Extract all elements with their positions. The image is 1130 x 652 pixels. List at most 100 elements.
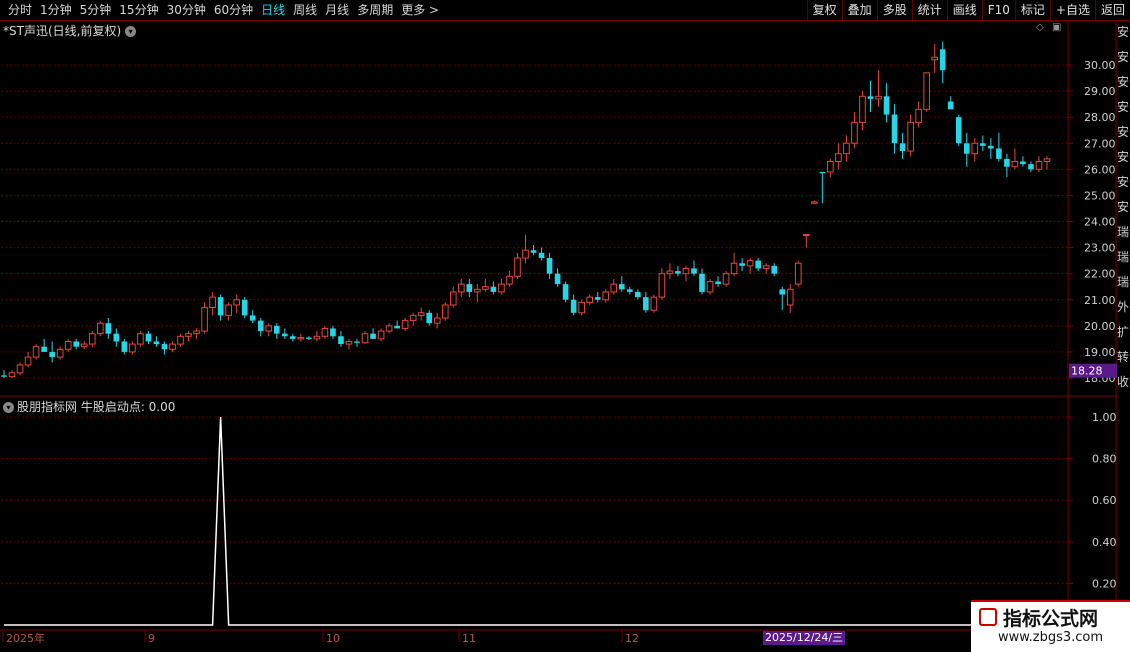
candle-body-up [193, 330, 200, 335]
candle-body-up [96, 322, 104, 335]
candle-body-down [1020, 161, 1026, 165]
candle-body-down [947, 101, 954, 110]
candle-body-down [755, 260, 761, 269]
current-price-label: 18.28 [1071, 365, 1103, 378]
time-axis-label: 11 [462, 632, 476, 645]
candle-body-down [1028, 164, 1034, 170]
candle-body-up [610, 283, 618, 293]
candle-body-up [169, 343, 176, 350]
right-strip-char[interactable]: 安 [1117, 20, 1130, 45]
candle-body-up [265, 325, 273, 332]
candle-body-down [867, 96, 874, 99]
kline-chart[interactable]: 30.00 29.00 28.00 27.00 26.00 25.00 24.00 23.00… [0, 0, 1130, 650]
candle-body-up [811, 201, 818, 204]
candle-body-down [562, 284, 569, 300]
candle-body-down [121, 341, 128, 352]
time-axis-label: 12 [625, 632, 639, 645]
candle-body-down [490, 286, 497, 292]
time-axis-label: 10 [326, 632, 340, 645]
candle-body-up [586, 296, 593, 303]
candle-body-down [273, 325, 280, 334]
candle-body-up [851, 121, 858, 144]
candle-body-down [739, 263, 745, 266]
candle-body-up [361, 333, 369, 344]
time-axis-label: 2025年 [6, 631, 45, 645]
candle-body-down [691, 268, 697, 274]
candle-body-down [370, 333, 376, 339]
right-strip-char[interactable]: 安 [1117, 145, 1130, 170]
candle-body-down [73, 341, 80, 347]
candle-body-up [297, 337, 305, 340]
price-tick-label: 19.00 [1084, 346, 1116, 359]
watermark-url: www.zbgs3.com [997, 630, 1104, 645]
candle-body-down [41, 346, 47, 352]
right-strip-char[interactable]: 安 [1117, 95, 1130, 120]
candle-body-down [241, 299, 248, 316]
candle-body-up [474, 288, 481, 293]
indicator-line [4, 416, 1047, 626]
candle-body-down [281, 333, 288, 337]
candle-body-down [257, 320, 264, 332]
right-strip-char[interactable]: 瑞 [1117, 220, 1130, 245]
right-strip-char[interactable]: 收 [1117, 370, 1130, 395]
right-strip-char[interactable]: 安 [1117, 170, 1130, 195]
candle-body-down [530, 250, 537, 253]
price-tick-label: 23.00 [1084, 242, 1116, 255]
candle-body-up [827, 161, 834, 173]
candle-body-up [506, 275, 513, 285]
candle-body-down [643, 297, 649, 311]
candle-body-up [458, 283, 465, 293]
time-axis-label: 9 [148, 632, 155, 645]
candle-body-down [354, 341, 360, 343]
candle-body-up [1011, 161, 1019, 168]
candle-body-up [321, 327, 329, 337]
candle-body-down [980, 143, 986, 146]
candle-body-down [290, 336, 296, 339]
right-strip-char[interactable]: 转 [1117, 345, 1130, 370]
indicator-tick-label: 0.20 [1092, 577, 1117, 590]
candle-body-down [153, 341, 160, 345]
indicator-tick-label: 0.40 [1092, 536, 1117, 549]
candle-body-up [385, 325, 393, 332]
candle-body-down [635, 291, 641, 298]
candle-body-up [56, 348, 64, 358]
candle-body-up [209, 296, 216, 309]
indicator-tick-label: 1.00 [1092, 411, 1117, 424]
right-strip-char[interactable]: 外 [1117, 295, 1130, 320]
candle-body-down [819, 171, 826, 174]
price-tick-label: 22.00 [1084, 268, 1116, 281]
candle-body-down [996, 148, 1002, 159]
candle-body-up [129, 343, 136, 353]
candle-body-up [177, 335, 184, 345]
candle-body-up [931, 56, 938, 61]
right-strip-char[interactable]: 安 [1117, 45, 1130, 70]
right-side-panel: 安安安安安安安安瑞瑞瑞外扩转收 [1117, 20, 1130, 630]
candle-body-up [730, 262, 738, 275]
candle-body-up [313, 335, 321, 340]
candle-body-up [482, 286, 489, 290]
price-tick-label: 29.00 [1084, 85, 1116, 98]
right-strip-char[interactable]: 瑞 [1117, 245, 1130, 270]
right-strip-char[interactable]: 安 [1117, 195, 1130, 220]
candle-body-up [80, 343, 88, 348]
candle-body-up [971, 142, 979, 155]
candle-body-up [64, 340, 72, 350]
candle-body-up [417, 312, 425, 316]
candle-body-up [650, 296, 658, 311]
right-strip-char[interactable]: 瑞 [1117, 270, 1130, 295]
right-strip-char[interactable]: 扩 [1117, 320, 1130, 345]
candle-body-up [433, 317, 441, 324]
right-strip-char[interactable]: 安 [1117, 120, 1130, 145]
candle-body-down [699, 273, 705, 292]
price-tick-label: 30.00 [1084, 59, 1116, 72]
candle-body-down [338, 336, 344, 345]
site-watermark: 指标公式网 www.zbgs3.com [971, 600, 1130, 652]
candle-body-down [161, 344, 168, 350]
candle-body-up [137, 333, 144, 345]
right-strip-char[interactable]: 安 [1117, 70, 1130, 95]
price-tick-label: 20.00 [1084, 320, 1116, 333]
candle-body-up [835, 153, 842, 163]
candle-body-down [988, 145, 994, 149]
candle-body-down [715, 281, 721, 285]
candle-body-up [1043, 158, 1051, 163]
